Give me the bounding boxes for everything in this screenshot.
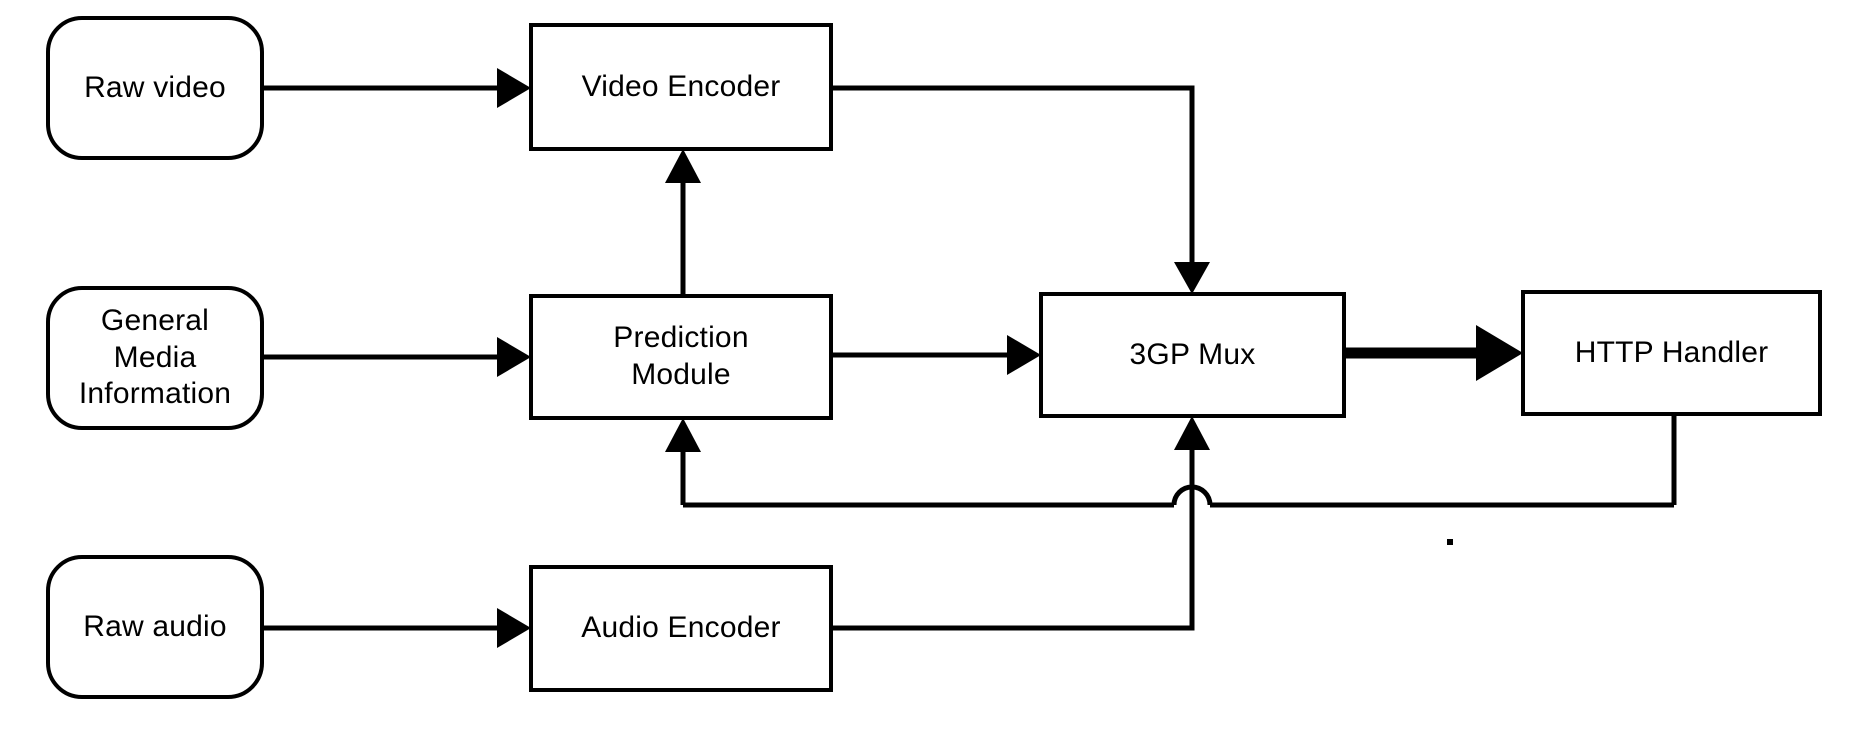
edge-video-encoder-to-3gp-mux (831, 85, 1210, 294)
arrow-head-icon (497, 68, 531, 108)
edge-http-handler-to-prediction-module (665, 414, 1677, 508)
arrow-head-icon (497, 337, 531, 377)
node-general-media-information[interactable] (46, 286, 264, 430)
edge-3gp-mux-to-http-handler (1344, 325, 1523, 381)
node-video-encoder[interactable] (529, 23, 833, 151)
node-raw-audio[interactable] (46, 555, 264, 699)
node-prediction-module[interactable] (529, 294, 833, 420)
edge-prediction-module-to-3gp-mux (831, 335, 1041, 375)
arrow-head-icon (1174, 262, 1210, 294)
scan-artifact-speck (1447, 539, 1453, 545)
edge-general-media-to-prediction-module (262, 337, 531, 377)
diagram-vector-layer (46, 16, 1822, 699)
arrow-head-icon (665, 418, 701, 452)
edge-line-segment (831, 450, 1195, 631)
arrow-head-icon (497, 608, 531, 648)
edge-audio-encoder-to-3gp-mux (831, 416, 1210, 631)
edge-prediction-module-to-video-encoder (665, 149, 701, 296)
edge-line-segment (831, 85, 1195, 262)
node-audio-encoder[interactable] (529, 565, 833, 692)
node-http-handler[interactable] (1521, 290, 1822, 416)
node-raw-video[interactable] (46, 16, 264, 160)
node-3gp-mux[interactable] (1039, 292, 1346, 418)
arrow-head-icon (1476, 325, 1523, 381)
block-diagram-canvas: Raw video General Media Information Raw … (0, 0, 1868, 735)
edge-raw-audio-to-audio-encoder (262, 608, 531, 648)
arrow-head-icon (665, 149, 701, 183)
edge-raw-video-to-video-encoder (262, 68, 531, 108)
arrow-head-icon (1174, 416, 1210, 450)
arrow-head-icon (1007, 335, 1041, 375)
